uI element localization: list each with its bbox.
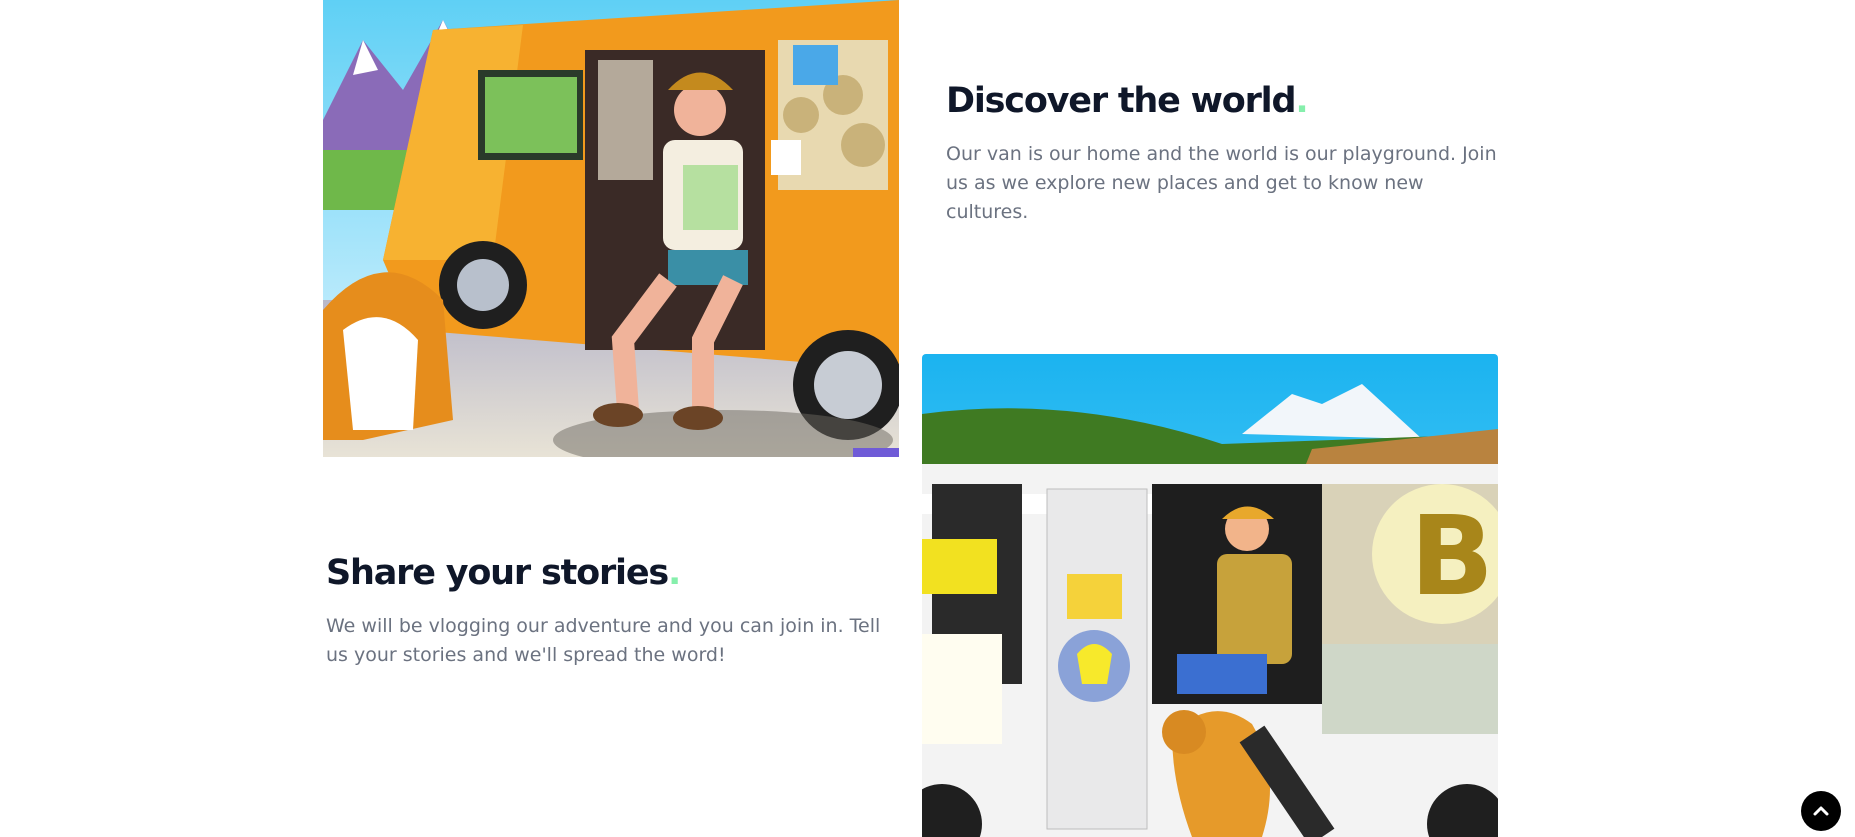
share-description: We will be vlogging our adventure and yo… bbox=[326, 615, 881, 666]
svg-text:B: B bbox=[1410, 492, 1494, 620]
chevron-up-icon bbox=[1813, 806, 1829, 816]
man-in-white-van-illustration: B bbox=[922, 354, 1498, 837]
page: Discover the world. Our van is our home … bbox=[0, 0, 1855, 837]
discover-heading: Discover the world. bbox=[946, 81, 1309, 121]
man-in-orange-van-illustration bbox=[323, 0, 899, 457]
heading-accent-dot: . bbox=[1295, 81, 1308, 121]
white-van-image: B bbox=[922, 354, 1498, 837]
discover-section: Discover the world. Our van is our home … bbox=[946, 80, 1506, 227]
share-heading: Share your stories. bbox=[326, 553, 681, 593]
share-section: Share your stories. We will be vlogging … bbox=[326, 552, 886, 670]
orange-van-image bbox=[323, 0, 899, 457]
heading-accent-dot: . bbox=[668, 553, 681, 593]
discover-description: Our van is our home and the world is our… bbox=[946, 143, 1497, 223]
scroll-to-top-button[interactable] bbox=[1801, 791, 1841, 831]
